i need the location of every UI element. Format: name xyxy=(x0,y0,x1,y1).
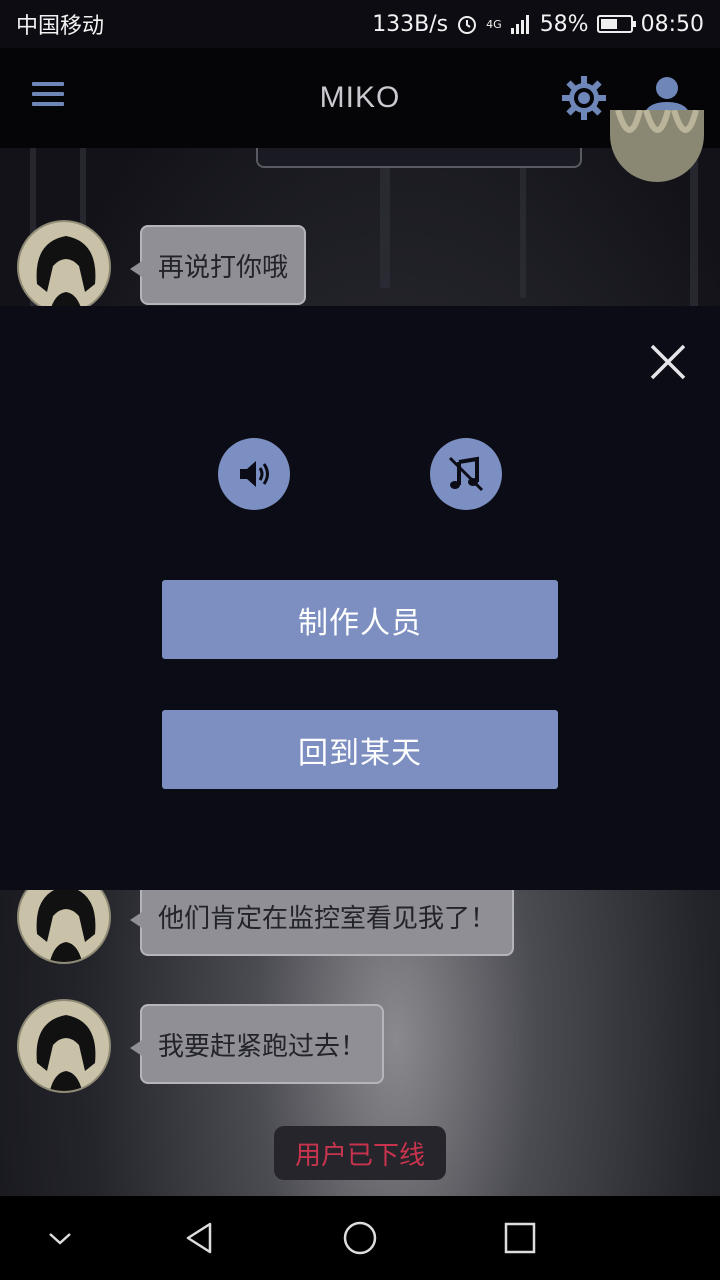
carrier-label: 中国移动 xyxy=(16,14,105,39)
music-off-icon xyxy=(448,456,484,492)
battery-percent: 58% xyxy=(539,11,589,37)
close-icon[interactable] xyxy=(648,342,688,382)
music-toggle-button[interactable] xyxy=(430,438,502,510)
menu-icon[interactable] xyxy=(32,82,64,110)
message-bubble: 再说打你哦 xyxy=(129,225,307,305)
previous-message-card xyxy=(256,148,582,168)
battery-icon xyxy=(596,15,636,33)
status-icons: 133B/s 4G 58% 08:50 xyxy=(372,12,704,37)
girl-silhouette-icon xyxy=(36,236,96,312)
hide-keyboard-icon[interactable] xyxy=(38,1216,82,1260)
recents-icon[interactable] xyxy=(498,1216,542,1260)
network-speed: 133B/s xyxy=(372,11,449,37)
settings-panel: 制作人员 回到某天 xyxy=(0,306,720,890)
signal-icon xyxy=(510,15,529,34)
return-day-button[interactable]: 回到某天 xyxy=(162,710,558,789)
system-nav-bar xyxy=(0,1196,720,1280)
network-type: 4G xyxy=(486,17,502,31)
page-title: MIKO xyxy=(319,81,401,114)
credits-button[interactable]: 制作人员 xyxy=(162,580,558,659)
status-bar: 中国移动 133B/s 4G 58% 08:50 xyxy=(0,0,720,48)
clock: 08:50 xyxy=(640,11,704,37)
speaker-on-icon xyxy=(240,461,269,487)
message-bubble: 我要赶紧跑过去！ xyxy=(129,1004,385,1084)
system-notice: 用户已下线 xyxy=(274,1126,446,1180)
home-icon[interactable] xyxy=(338,1216,382,1260)
girl-silhouette-icon xyxy=(36,1015,96,1091)
gear-icon[interactable] xyxy=(560,74,608,122)
avatar[interactable] xyxy=(17,999,111,1093)
sound-toggle-button[interactable] xyxy=(218,438,290,510)
back-icon[interactable] xyxy=(178,1216,222,1260)
avatar[interactable] xyxy=(17,220,111,314)
alarm-icon xyxy=(458,16,477,34)
